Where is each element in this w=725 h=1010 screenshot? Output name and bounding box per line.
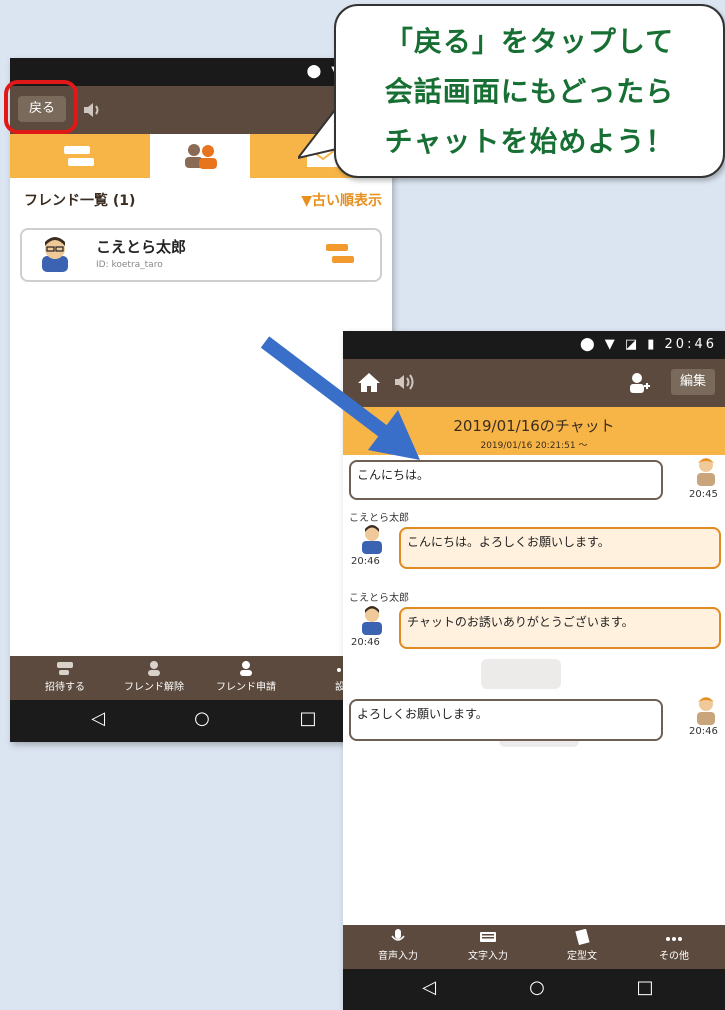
callout-line-2: 会話画面にもどったら xyxy=(384,75,675,108)
instruction-callout: 「戻る」をタップして 会話画面にもどったら チャットを始めよう！ xyxy=(334,4,725,178)
callout-line-3: チャットを始めよう！ xyxy=(384,125,675,158)
callout-line-1: 「戻る」をタップして xyxy=(384,25,675,58)
